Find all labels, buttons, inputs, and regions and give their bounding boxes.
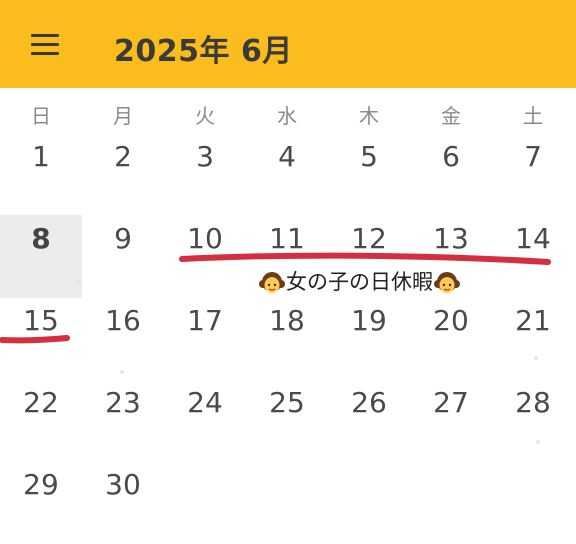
weekday-sat: 土: [523, 104, 543, 128]
day-cell[interactable]: 13: [410, 222, 492, 256]
day-cell[interactable]: 28: [492, 386, 574, 420]
day-cell[interactable]: 12: [328, 222, 410, 256]
weekday-thu: 木: [359, 104, 379, 128]
day-cell[interactable]: 22: [0, 386, 82, 420]
day-cell[interactable]: 25: [246, 386, 328, 420]
day-15-underline: [0, 335, 70, 344]
day-cell[interactable]: 29: [0, 468, 82, 502]
girl-emoji-icon: [434, 272, 460, 293]
day-cell[interactable]: 21: [492, 304, 574, 338]
day-cell[interactable]: 24: [164, 386, 246, 420]
day-cell[interactable]: 19: [328, 304, 410, 338]
day-cell[interactable]: 11: [246, 222, 328, 256]
marker-dot: [536, 440, 540, 444]
day-cell[interactable]: 1: [0, 140, 82, 174]
day-cell[interactable]: 3: [164, 140, 246, 174]
hamburger-menu-icon[interactable]: [31, 34, 59, 56]
day-cell[interactable]: 6: [410, 140, 492, 174]
weekday-tue: 火: [195, 104, 215, 128]
day-cell[interactable]: 15: [0, 304, 82, 338]
day-cell[interactable]: 14: [492, 222, 574, 256]
day-cell[interactable]: 17: [164, 304, 246, 338]
day-cell[interactable]: 16: [82, 304, 164, 338]
day-cell[interactable]: 18: [246, 304, 328, 338]
marker-dot: [120, 370, 124, 374]
weekday-wed: 水: [277, 104, 297, 128]
day-cell-today[interactable]: 8: [0, 222, 82, 256]
day-cell[interactable]: 23: [82, 386, 164, 420]
marker-dot: [534, 356, 538, 360]
event-underline: [179, 252, 551, 265]
day-cell[interactable]: 20: [410, 304, 492, 338]
day-cell[interactable]: 9: [82, 222, 164, 256]
weekday-mon: 月: [113, 104, 133, 128]
day-cell[interactable]: 30: [82, 468, 164, 502]
weekday-sun: 日: [31, 104, 51, 128]
day-cell[interactable]: 5: [328, 140, 410, 174]
day-cell[interactable]: 2: [82, 140, 164, 174]
day-cell[interactable]: 7: [492, 140, 574, 174]
marker-dot: [76, 278, 82, 284]
event-text: 女の子の日休暇: [286, 270, 433, 294]
weekday-fri: 金: [441, 104, 461, 128]
day-cell[interactable]: 10: [164, 222, 246, 256]
app-bar: 2025年 6月: [0, 0, 576, 88]
day-cell[interactable]: 27: [410, 386, 492, 420]
day-cell[interactable]: 4: [246, 140, 328, 174]
month-title[interactable]: 2025年 6月: [114, 26, 293, 70]
girl-emoji-icon: [259, 272, 285, 293]
event-label[interactable]: 女の子の日休暇: [258, 266, 461, 297]
day-cell[interactable]: 26: [328, 386, 410, 420]
